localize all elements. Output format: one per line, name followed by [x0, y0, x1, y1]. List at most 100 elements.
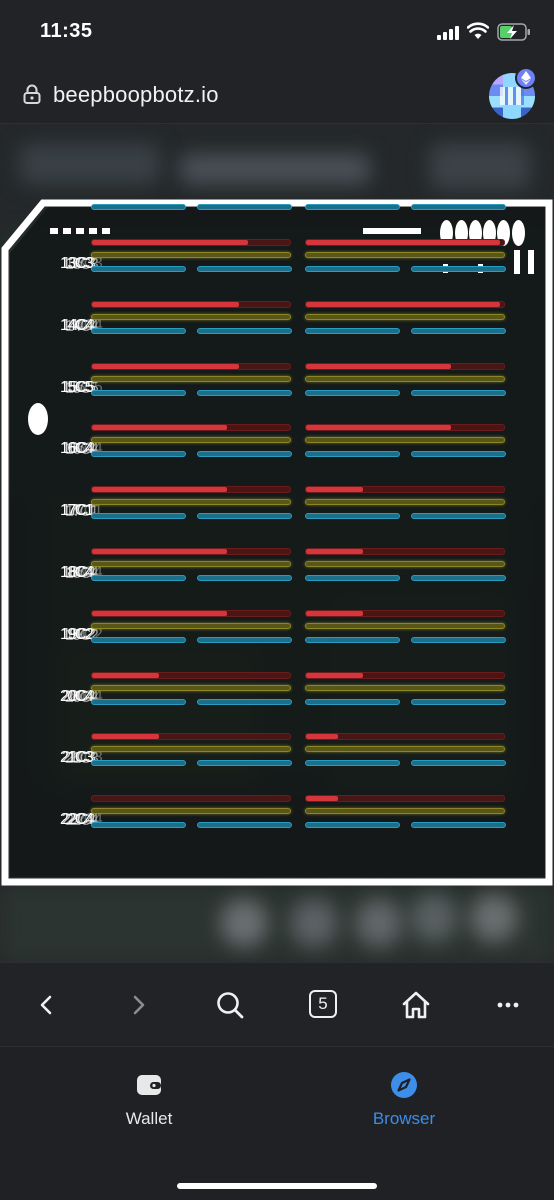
health-bar	[305, 795, 505, 803]
shield-bar	[411, 698, 506, 705]
stat-row: 18C4	[0, 548, 554, 588]
battery-charging-icon	[497, 23, 530, 41]
shield-bar	[91, 698, 186, 705]
backdrop-button	[410, 894, 458, 942]
shield-bar	[197, 822, 292, 829]
health-bar	[91, 548, 291, 555]
backdrop-button	[470, 894, 518, 942]
health-bar	[305, 362, 505, 370]
backdrop-block	[20, 144, 160, 184]
nav-wallet[interactable]: Wallet	[89, 1071, 209, 1141]
tabs-button[interactable]: 5	[309, 990, 337, 1018]
shield-bar	[197, 575, 292, 581]
forward-button[interactable]	[118, 985, 158, 1025]
shield-bar	[91, 822, 186, 829]
health-bar	[91, 795, 291, 803]
health-bar-fill	[92, 363, 239, 369]
search-button[interactable]	[210, 985, 250, 1025]
health-bar	[91, 671, 291, 679]
health-bar-fill	[92, 610, 227, 616]
health-bar	[305, 239, 505, 246]
lock-icon	[23, 84, 41, 104]
browser-toolbar	[0, 962, 554, 1046]
health-bar	[305, 671, 505, 679]
shield-bar	[91, 204, 186, 210]
hud-line	[363, 228, 421, 234]
health-bar	[305, 424, 505, 432]
url-text[interactable]: beepboopbotz.io	[53, 82, 219, 108]
health-bar-fill	[306, 672, 364, 678]
health-bar-fill	[92, 549, 227, 554]
hud-dash	[63, 228, 71, 234]
ethereum-network-badge	[515, 67, 537, 89]
health-bar-fill	[306, 796, 338, 802]
health-bar	[305, 486, 505, 494]
energy-bar	[305, 499, 505, 506]
shield-bar	[411, 266, 506, 272]
shield-bar	[305, 327, 400, 334]
health-bar-fill	[92, 734, 160, 740]
energy-bar	[91, 437, 291, 444]
shield-bar	[305, 822, 400, 829]
shield-bar	[305, 389, 400, 396]
shield-bar	[411, 575, 506, 581]
energy-bar	[305, 684, 505, 691]
shield-bar	[305, 575, 400, 581]
url-bar[interactable]: beepboopbotz.io	[0, 62, 554, 124]
stat-row: 22C4	[0, 795, 554, 835]
health-bar-fill	[92, 425, 227, 431]
health-bar	[305, 548, 505, 555]
hud-dash	[76, 228, 84, 234]
stat-row: 16C4	[0, 424, 554, 464]
home-indicator	[177, 1183, 377, 1189]
energy-bar	[305, 437, 505, 444]
energy-bar	[91, 622, 291, 629]
health-bar-fill	[92, 672, 160, 678]
health-bar	[91, 362, 291, 370]
shield-bar	[91, 451, 186, 458]
shield-bar	[411, 760, 506, 767]
energy-bar	[305, 746, 505, 753]
health-bar	[305, 609, 505, 617]
row-label: 19C2	[60, 625, 94, 643]
shield-bar	[91, 513, 186, 520]
health-bar-fill	[92, 301, 239, 307]
backdrop-button	[290, 899, 338, 947]
shield-bar	[91, 636, 186, 643]
hud-dash	[50, 228, 58, 234]
shield-bar	[411, 513, 506, 520]
row-label: 17C1	[60, 502, 94, 520]
energy-bar	[305, 561, 505, 567]
shield-bar	[197, 513, 292, 520]
backdrop-block	[180, 154, 370, 184]
energy-bar	[91, 684, 291, 691]
home-button[interactable]	[396, 985, 436, 1025]
more-options-button[interactable]	[488, 985, 528, 1025]
stat-row: 15C5	[0, 362, 554, 403]
energy-bar	[91, 375, 291, 382]
back-button[interactable]	[27, 985, 67, 1025]
shield-bar	[197, 636, 292, 643]
health-bar-fill	[306, 734, 338, 740]
row-label: 22C4	[60, 811, 94, 829]
shield-bar	[197, 204, 292, 210]
health-bar	[305, 300, 505, 308]
shield-bar	[91, 389, 186, 396]
web-content[interactable]: 13C3 14C4 15C5 16C4 17C1 18C4 19C2 20C4 21C3 22C4	[0, 124, 554, 962]
health-bar	[91, 424, 291, 432]
health-bar	[91, 733, 291, 741]
health-bar-fill	[92, 240, 249, 245]
energy-bar	[91, 313, 291, 320]
shield-bar	[91, 575, 186, 581]
shield-bar	[411, 389, 506, 396]
health-bar-fill	[306, 425, 451, 431]
row-label: 20C4	[60, 687, 94, 705]
energy-bar	[91, 746, 291, 753]
ethereum-icon	[521, 71, 531, 85]
nav-browser[interactable]: Browser	[344, 1071, 464, 1141]
stat-row: 20C4	[0, 671, 554, 712]
energy-bar	[91, 561, 291, 567]
nav-browser-label: Browser	[372, 1109, 436, 1128]
shield-bar	[305, 451, 400, 458]
row-label: 18C4	[60, 564, 94, 581]
